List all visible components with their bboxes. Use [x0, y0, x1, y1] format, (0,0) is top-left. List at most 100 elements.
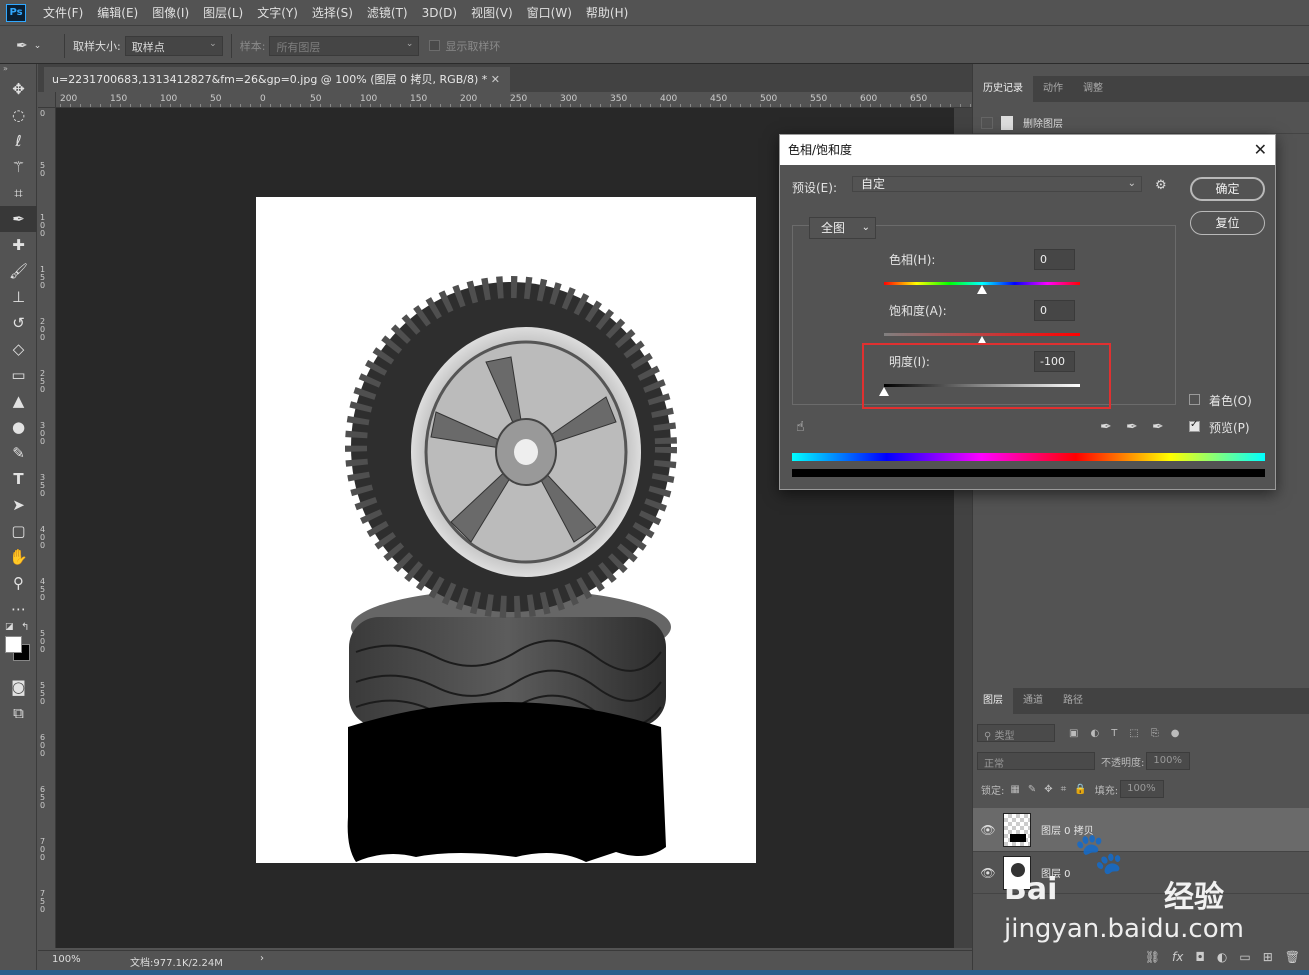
lock-pixels-icon[interactable]: ✎ [1028, 784, 1036, 795]
horizontal-ruler[interactable]: 200 150 100 50 0 50 100 150 200 250 300 350 400 450 50… [56, 92, 972, 108]
document-tab[interactable]: u=2231700683,1313412827&fm=26&gp=0.jpg @… [44, 67, 510, 92]
default-colors-icon[interactable]: ◪ [5, 622, 14, 632]
marquee-tool-icon[interactable]: ◌ [0, 102, 37, 128]
tab-history[interactable]: 历史记录 [973, 76, 1033, 102]
hand-tool-icon[interactable]: ✋ [0, 544, 37, 570]
more-tools-icon[interactable]: ⋯ [0, 596, 37, 622]
dodge-tool-icon[interactable]: ● [0, 414, 37, 440]
tab-paths[interactable]: 路径 [1053, 688, 1093, 714]
menu-layer[interactable]: 图层(L) [196, 0, 250, 26]
screen-mode-icon[interactable]: ⧉ [0, 700, 37, 726]
folder-icon[interactable]: ▭ [1239, 950, 1250, 964]
collapse-icon[interactable]: » [0, 64, 36, 76]
menu-help[interactable]: 帮助(H) [579, 0, 635, 26]
shape-filter-icon[interactable]: ⬚ [1129, 728, 1138, 739]
type-tool-icon[interactable]: T [0, 466, 37, 492]
path-selection-tool-icon[interactable]: ➤ [0, 492, 37, 518]
image-filter-icon[interactable]: ▣ [1069, 728, 1078, 739]
menu-view[interactable]: 视图(V) [464, 0, 520, 26]
ok-button[interactable]: 确定 [1190, 177, 1265, 201]
zoom-level[interactable]: 100% [52, 954, 81, 965]
close-icon[interactable]: ✕ [491, 67, 500, 92]
saturation-input[interactable]: 0 [1034, 300, 1075, 321]
hue-input[interactable]: 0 [1034, 249, 1075, 270]
fill-field[interactable]: 100% [1120, 780, 1165, 798]
ruler-origin[interactable] [38, 92, 56, 108]
channel-select[interactable]: 全图 ⌄ [809, 217, 876, 239]
eyedropper-tool-icon[interactable]: ✒ [0, 206, 37, 232]
zoom-tool-icon[interactable]: ⚲ [0, 570, 37, 596]
blur-tool-icon[interactable]: ▲ [0, 388, 37, 414]
quick-mask-icon[interactable]: ◙ [0, 674, 37, 700]
rectangle-tool-icon[interactable]: ▢ [0, 518, 37, 544]
blend-mode-select[interactable]: 正常 [977, 752, 1095, 770]
smart-object-filter-icon[interactable]: ⎘ [1151, 728, 1159, 739]
eyedropper-minus-icon[interactable]: ✒ [1152, 419, 1164, 435]
menu-3d[interactable]: 3D(D) [415, 0, 464, 26]
eraser-tool-icon[interactable]: ◇ [0, 336, 37, 362]
trash-icon[interactable]: 🗑 [1285, 950, 1300, 964]
tab-layers[interactable]: 图层 [973, 688, 1013, 714]
chevron-right-icon[interactable]: › [260, 953, 264, 964]
eye-icon[interactable]: 👁 [973, 866, 1003, 880]
swap-colors-icon[interactable]: ↰ [21, 622, 29, 633]
move-tool-icon[interactable]: ✥ [0, 76, 37, 102]
lock-artboard-icon[interactable]: ⌗ [1061, 784, 1067, 795]
fx-icon[interactable]: fx [1172, 950, 1183, 964]
preset-select[interactable]: 自定 ⌄ [852, 176, 1142, 192]
eyedropper-icon[interactable]: ✒ [1100, 419, 1112, 435]
menu-file[interactable]: 文件(F) [36, 0, 90, 26]
layer-row[interactable]: 👁 图层 0 [973, 852, 1309, 894]
eye-icon[interactable]: 👁 [973, 823, 1003, 837]
gear-icon[interactable]: ⚙ [1155, 178, 1167, 193]
pen-tool-icon[interactable]: ✎ [0, 440, 37, 466]
preview-checkbox[interactable] [1189, 419, 1200, 432]
filter-toggle-icon[interactable]: ● [1171, 728, 1180, 739]
document-image[interactable] [256, 197, 756, 863]
targeted-adjustment-icon[interactable]: ☝ [796, 419, 805, 435]
lock-all-icon[interactable]: 🔒 [1074, 784, 1086, 795]
show-sampling-ring-checkbox[interactable] [429, 40, 441, 51]
history-brush-tool-icon[interactable]: ↺ [0, 310, 37, 336]
menu-window[interactable]: 窗口(W) [520, 0, 579, 26]
clone-stamp-tool-icon[interactable]: ⊥ [0, 284, 37, 310]
tab-adjustments[interactable]: 调整 [1073, 76, 1113, 102]
history-item[interactable]: 删除图层 [973, 112, 1309, 134]
new-layer-icon[interactable]: ⊞ [1263, 950, 1273, 964]
healing-tool-icon[interactable]: ✚ [0, 232, 37, 258]
tool-preset-picker[interactable]: ✒ ⌄ [16, 33, 56, 59]
magic-wand-tool-icon[interactable]: ⚚ [0, 154, 37, 180]
close-icon[interactable]: ✕ [1254, 135, 1267, 165]
crop-tool-icon[interactable]: ⌗ [0, 180, 37, 206]
adjustment-filter-icon[interactable]: ◐ [1090, 728, 1099, 739]
history-snapshot-checkbox[interactable] [981, 116, 993, 129]
menu-image[interactable]: 图像(I) [145, 0, 196, 26]
layer-name[interactable]: 图层 0 [1041, 865, 1071, 880]
link-icon[interactable]: ⛓ [1145, 950, 1160, 964]
hue-slider-thumb[interactable] [977, 285, 987, 294]
adjustment-layer-icon[interactable]: ◐ [1217, 950, 1227, 964]
sample-size-select[interactable]: 取样点 ⌄ [124, 35, 223, 56]
menu-edit[interactable]: 编辑(E) [90, 0, 145, 26]
menu-type[interactable]: 文字(Y) [250, 0, 305, 26]
opacity-field[interactable]: 100% [1146, 752, 1191, 770]
eyedropper-plus-icon[interactable]: ✒ [1126, 419, 1138, 435]
tab-channels[interactable]: 通道 [1013, 688, 1053, 714]
layer-row[interactable]: 👁 图层 0 拷贝 [973, 808, 1309, 852]
lock-position-icon[interactable]: ✥ [1044, 784, 1052, 795]
colorize-checkbox[interactable] [1189, 394, 1200, 405]
lasso-tool-icon[interactable]: ℓ [0, 128, 37, 154]
layer-name[interactable]: 图层 0 拷贝 [1041, 822, 1094, 837]
reset-button[interactable]: 复位 [1190, 211, 1265, 235]
brush-tool-icon[interactable]: 🖌 [0, 258, 37, 284]
lock-transparency-icon[interactable]: ▦ [1010, 784, 1019, 795]
type-filter-icon[interactable]: T [1111, 728, 1117, 739]
gradient-tool-icon[interactable]: ▭ [0, 362, 37, 388]
sample-select[interactable]: 所有图层 ⌄ [269, 35, 420, 56]
dialog-title-bar[interactable]: 色相/饱和度 ✕ [780, 135, 1275, 165]
vertical-ruler[interactable]: 0 5 0 1 0 0 1 5 0 2 0 0 2 5 0 3 0 0 3 5 0 4 0 0 4… [38, 108, 56, 948]
menu-select[interactable]: 选择(S) [305, 0, 360, 26]
menu-filter[interactable]: 滤镜(T) [360, 0, 415, 26]
tab-actions[interactable]: 动作 [1033, 76, 1073, 102]
foreground-color-swatch[interactable] [5, 636, 22, 653]
